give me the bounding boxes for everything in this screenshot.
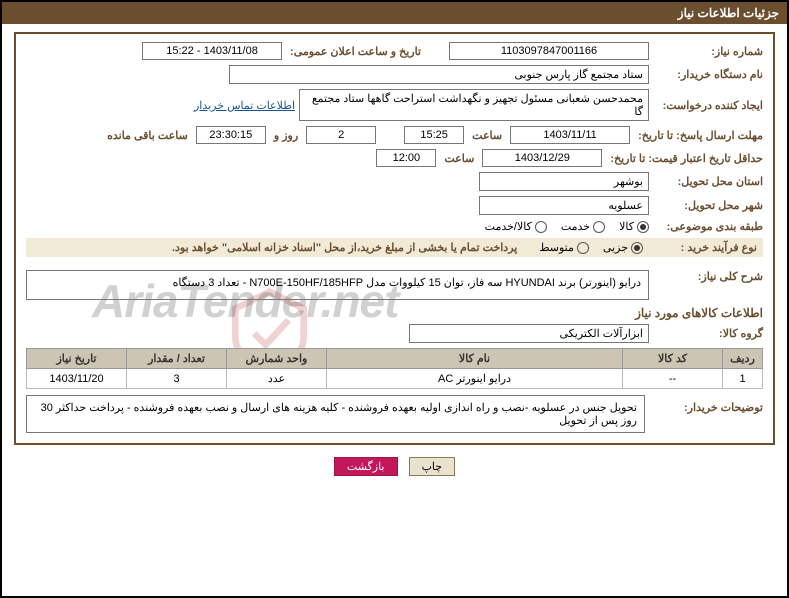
need-number-label: شماره نیاز: [653,45,763,58]
page-title: جزئیات اطلاعات نیاز [678,6,779,20]
print-button[interactable]: چاپ [409,457,456,476]
city-value: عسلویه [479,196,649,215]
process-partial-label: جزیی [603,241,628,254]
buyer-notes-label: توضیحات خریدار: [653,395,763,414]
category-service-radio[interactable] [593,221,605,233]
td-row: 1 [723,369,763,389]
process-radio-group: جزیی متوسط [539,241,643,254]
deadline-send-time: 15:25 [404,126,464,144]
category-goods-service-label: کالا/خدمت [485,220,532,233]
payment-note: پرداخت تمام یا بخشی از مبلغ خرید،از محل … [172,241,517,254]
deadline-send-label: مهلت ارسال پاسخ: تا تاریخ: [634,129,763,142]
overall-desc-label: شرح کلی نیاز: [653,270,763,283]
th-needdate: تاریخ نیاز [27,349,127,369]
process-partial-radio[interactable] [631,242,643,254]
province-label: استان محل تحویل: [653,175,763,188]
buyer-contact-link[interactable]: اطلاعات تماس خریدار [194,99,295,112]
category-goods-label: کالا [619,220,634,233]
details-fieldset: شماره نیاز: 1103097847001166 تاریخ و ساع… [14,32,775,445]
th-qty: تعداد / مقدار [127,349,227,369]
td-needdate: 1403/11/20 [27,369,127,389]
validity-date: 1403/12/29 [482,149,602,167]
items-section-title: اطلاعات کالاهای مورد نیاز [26,306,763,320]
buyer-notes-value: تحویل جنس در عسلویه -نصب و راه اندازی او… [26,395,645,433]
td-name: درایو اینورتر AC [327,369,623,389]
back-button[interactable]: بازگشت [334,457,398,476]
remaining-time: 23:30:15 [196,126,266,144]
th-name: نام کالا [327,349,623,369]
th-unit: واحد شمارش [227,349,327,369]
td-unit: عدد [227,369,327,389]
category-radio-group: کالا خدمت کالا/خدمت [485,220,649,233]
remaining-label: ساعت باقی مانده [103,129,192,142]
group-label: گروه کالا: [653,327,763,340]
validity-time: 12:00 [376,149,436,167]
deadline-send-date: 1403/11/11 [510,126,630,144]
page-header: جزئیات اطلاعات نیاز [2,2,787,24]
requester-value: محمدحسن شعبانی مسئول تجهیز و نگهداشت است… [299,89,649,121]
td-code: -- [623,369,723,389]
buyer-org-label: نام دستگاه خریدار: [653,68,763,81]
button-row: چاپ بازگشت [14,451,775,478]
saat-label-2: ساعت [440,152,478,165]
announce-datetime-value: 1403/11/08 - 15:22 [142,42,282,60]
validity-label: حداقل تاریخ اعتبار قیمت: تا تاریخ: [606,152,763,165]
group-value: ابزارآلات الکتریکی [409,324,649,343]
category-goods-service-radio[interactable] [535,221,547,233]
table-row: 1 -- درایو اینورتر AC عدد 3 1403/11/20 [27,369,763,389]
category-label: طبقه بندی موضوعی: [653,220,763,233]
category-service-label: خدمت [561,220,590,233]
province-value: بوشهر [479,172,649,191]
overall-desc-value: درایو (اینورتر) برند HYUNDAI سه فاز، توا… [26,270,649,300]
th-row: ردیف [723,349,763,369]
remaining-days: 2 [306,126,376,144]
items-table: ردیف کد کالا نام کالا واحد شمارش تعداد /… [26,348,763,389]
need-number-value: 1103097847001166 [449,42,649,60]
announce-datetime-label: تاریخ و ساعت اعلان عمومی: [286,45,425,58]
category-goods-radio[interactable] [637,221,649,233]
process-label: نوع فرآیند خرید : [647,241,757,254]
saat-label-1: ساعت [468,129,506,142]
city-label: شهر محل تحویل: [653,199,763,212]
buyer-org-value: ستاد مجتمع گاز پارس جنوبی [229,65,649,84]
requester-label: ایجاد کننده درخواست: [653,99,763,112]
process-medium-radio[interactable] [577,242,589,254]
rooz-va-label: روز و [270,129,302,142]
td-qty: 3 [127,369,227,389]
process-medium-label: متوسط [539,241,574,254]
th-code: کد کالا [623,349,723,369]
